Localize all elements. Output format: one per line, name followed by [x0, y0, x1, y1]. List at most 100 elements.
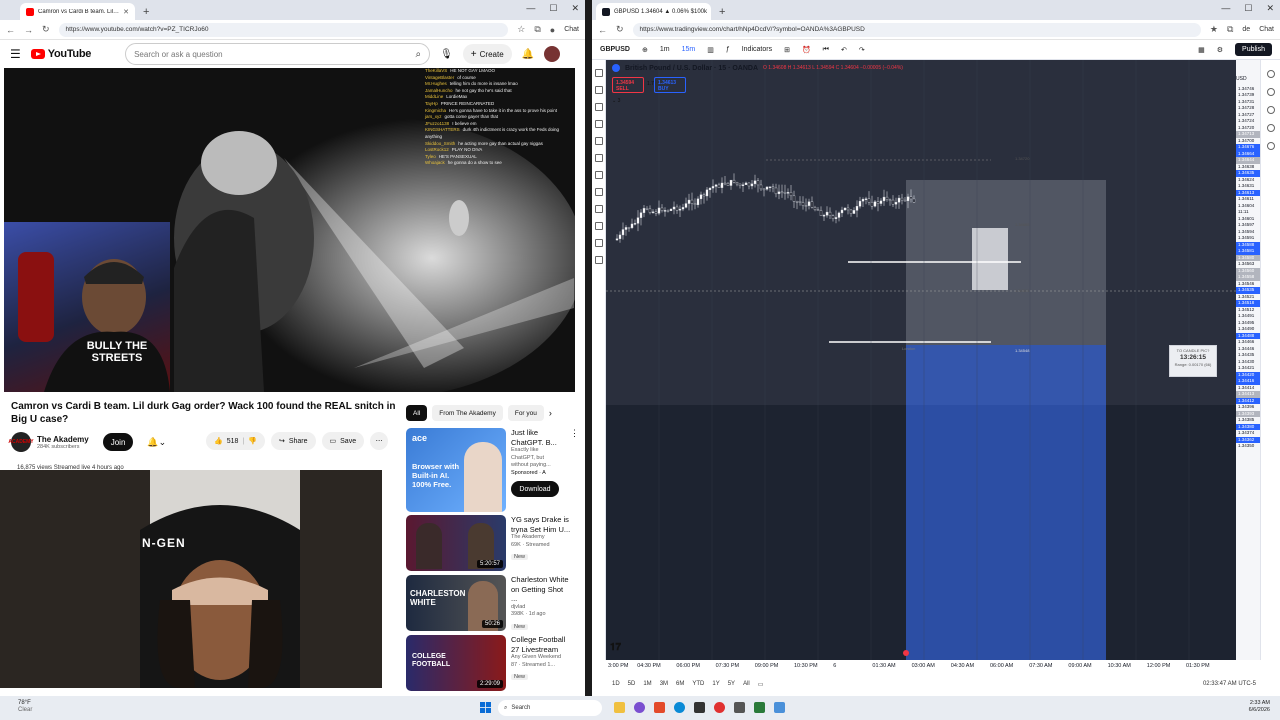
eye-icon[interactable]: [594, 239, 603, 247]
symbol-search[interactable]: GBPUSD: [600, 46, 630, 53]
join-button[interactable]: Join: [102, 433, 134, 451]
layout-icon[interactable]: ▦: [1198, 46, 1205, 54]
copilot-icon[interactable]: [634, 702, 645, 713]
rec-thumbnail[interactable]: CHARLESTON WHITE 50:26: [406, 575, 506, 631]
taskbar-search[interactable]: ⌕ Search: [498, 700, 602, 716]
like-button[interactable]: 👍 518 | 👎: [206, 432, 265, 450]
edge-icon[interactable]: [674, 702, 685, 713]
replay-icon[interactable]: ⏮: [823, 46, 829, 54]
crosshair-icon[interactable]: [594, 69, 603, 77]
indicators-button[interactable]: Indicators: [742, 46, 772, 53]
rec-thumbnail[interactable]: 5:20:57: [406, 515, 506, 571]
indicator-toggle[interactable]: ⌄ 3: [612, 98, 620, 104]
copilot-chat-button[interactable]: Chat: [564, 26, 579, 33]
text-icon[interactable]: [594, 154, 603, 162]
search-icon[interactable]: ⌕: [415, 49, 421, 60]
app-icon[interactable]: [774, 702, 785, 713]
extensions-icon[interactable]: ⧉: [1227, 24, 1233, 35]
chip-for-you[interactable]: For you: [507, 405, 544, 421]
calendar-icon[interactable]: [1266, 142, 1275, 150]
yt-url-field[interactable]: https://www.youtube.com/watch?v=PZ_TICRJ…: [58, 22, 509, 37]
yt-browser-tab[interactable]: Camron vs Cardi B team. Lil durk Gag ord…: [20, 3, 135, 20]
back-icon[interactable]: ←: [6, 25, 15, 35]
back-icon[interactable]: ←: [598, 25, 607, 35]
watchlist-icon[interactable]: [1266, 70, 1275, 78]
new-tab-icon[interactable]: +: [143, 6, 149, 18]
rec-thumbnail[interactable]: COLLEGE FOOTBALL 2:29:09: [406, 635, 506, 691]
compare-icon[interactable]: ⊕: [642, 46, 648, 54]
ad-thumbnail[interactable]: ace Browser with Built-in AI. 100% Free.: [406, 428, 506, 512]
forward-icon[interactable]: →: [24, 25, 33, 35]
publish-button[interactable]: Publish: [1235, 43, 1272, 56]
recommendation-item[interactable]: CHARLESTON WHITE 50:26 Charleston White …: [406, 575, 571, 631]
alerts-icon[interactable]: [1266, 88, 1275, 96]
fib-icon[interactable]: [594, 103, 603, 111]
range-ytd[interactable]: YTD: [692, 681, 704, 687]
microphone-icon[interactable]: 🎙: [440, 49, 453, 60]
range-1y[interactable]: 1Y: [712, 681, 719, 687]
media-icon[interactable]: [734, 702, 745, 713]
price-axis[interactable]: USD 1.34746 1.34739 1.34731 1.34728 1.34727 1…: [1236, 76, 1260, 450]
close-window-icon[interactable]: ✕: [571, 3, 579, 14]
brush-icon[interactable]: [594, 137, 603, 145]
rec-title[interactable]: Charleston White on Getting Shot ...: [511, 575, 571, 604]
terminal-icon[interactable]: [694, 702, 705, 713]
new-tab-icon[interactable]: +: [719, 6, 725, 18]
weather-widget[interactable]: 78°F Clear: [18, 700, 32, 714]
buy-button[interactable]: 1.34613 BUY: [654, 77, 686, 93]
extensions-icon[interactable]: ⧉: [534, 24, 540, 35]
currency-label[interactable]: USD: [1236, 76, 1260, 83]
rec-title[interactable]: College Football 27 Livestream: [511, 635, 571, 654]
range-3m[interactable]: 3M: [660, 681, 668, 687]
chrome-icon[interactable]: [714, 702, 725, 713]
ruler-icon[interactable]: [594, 171, 603, 179]
lock-icon[interactable]: [594, 222, 603, 230]
channel-name[interactable]: The Akademy: [37, 435, 89, 444]
undo-icon[interactable]: ↶: [841, 46, 847, 54]
copilot-chat-button[interactable]: Chat: [1259, 26, 1274, 33]
templates-icon[interactable]: ⊞: [784, 46, 790, 54]
reload-icon[interactable]: ↻: [616, 24, 624, 35]
star-icon[interactable]: ☆: [517, 24, 525, 35]
minimize-icon[interactable]: —: [1221, 3, 1230, 14]
file-explorer-icon[interactable]: [614, 702, 625, 713]
sell-button[interactable]: 1.34594 SELL: [612, 77, 644, 93]
maximize-icon[interactable]: ☐: [1244, 3, 1252, 14]
subscribed-bell-icon[interactable]: 🔔⌄: [147, 437, 166, 448]
profile-icon[interactable]: ●: [550, 25, 555, 35]
range-5d[interactable]: 5D: [628, 681, 636, 687]
more-actions-button[interactable]: ⋯: [370, 432, 389, 450]
pattern-icon[interactable]: [594, 120, 603, 128]
language-indicator[interactable]: de: [1242, 26, 1250, 33]
thumbs-down-icon[interactable]: 👎: [248, 437, 257, 445]
recommendation-ad[interactable]: ace Browser with Built-in AI. 100% Free.…: [406, 428, 579, 512]
account-avatar[interactable]: [544, 46, 561, 62]
chip-all[interactable]: All: [406, 405, 428, 421]
chat-icon[interactable]: [1266, 124, 1275, 132]
chart-type-icon[interactable]: ▥: [707, 46, 714, 54]
magnet-icon[interactable]: [594, 205, 603, 213]
minimize-icon[interactable]: —: [526, 3, 535, 14]
interval-15m[interactable]: 15m: [682, 46, 696, 53]
utc-clock[interactable]: 02:33:47 AM UTC-5: [1203, 681, 1256, 687]
reload-icon[interactable]: ↻: [42, 24, 50, 35]
rec-title[interactable]: YG says Drake is tryna Set Him U...: [511, 515, 571, 534]
save-button[interactable]: ▭ Save: [321, 432, 365, 450]
date-range-icon[interactable]: ▭: [758, 681, 764, 688]
price-chart[interactable]: British Pound / U.S. Dollar · 15 · OANDA…: [606, 60, 1260, 660]
system-clock[interactable]: 2:33 AM 6/6/2026: [1249, 700, 1270, 714]
office-icon[interactable]: [654, 702, 665, 713]
youtube-logo[interactable]: YouTube: [30, 48, 91, 60]
time-axis[interactable]: 3:00 PM 04:30 PM 06:00 PM 07:30 PM 09:00 PM 1…: [606, 660, 1222, 672]
close-tab-icon[interactable]: ✕: [123, 8, 129, 16]
recommendation-item[interactable]: COLLEGE FOOTBALL 2:29:09 College Footbal…: [406, 635, 571, 691]
windows-start-icon[interactable]: [480, 702, 491, 713]
settings-icon[interactable]: ⚙: [1217, 46, 1223, 54]
range-6m[interactable]: 6M: [676, 681, 684, 687]
chip-from-the-akademy[interactable]: From The Akademy: [432, 405, 503, 421]
layers-icon[interactable]: [1266, 106, 1275, 114]
tv-url-field[interactable]: https://www.tradingview.com/chart/hNp4Dc…: [632, 22, 1201, 37]
range-all[interactable]: All: [743, 681, 750, 687]
indicators-icon[interactable]: ƒ: [726, 46, 730, 53]
recommendation-item[interactable]: 5:20:57 YG says Drake is tryna Set Him U…: [406, 515, 571, 571]
